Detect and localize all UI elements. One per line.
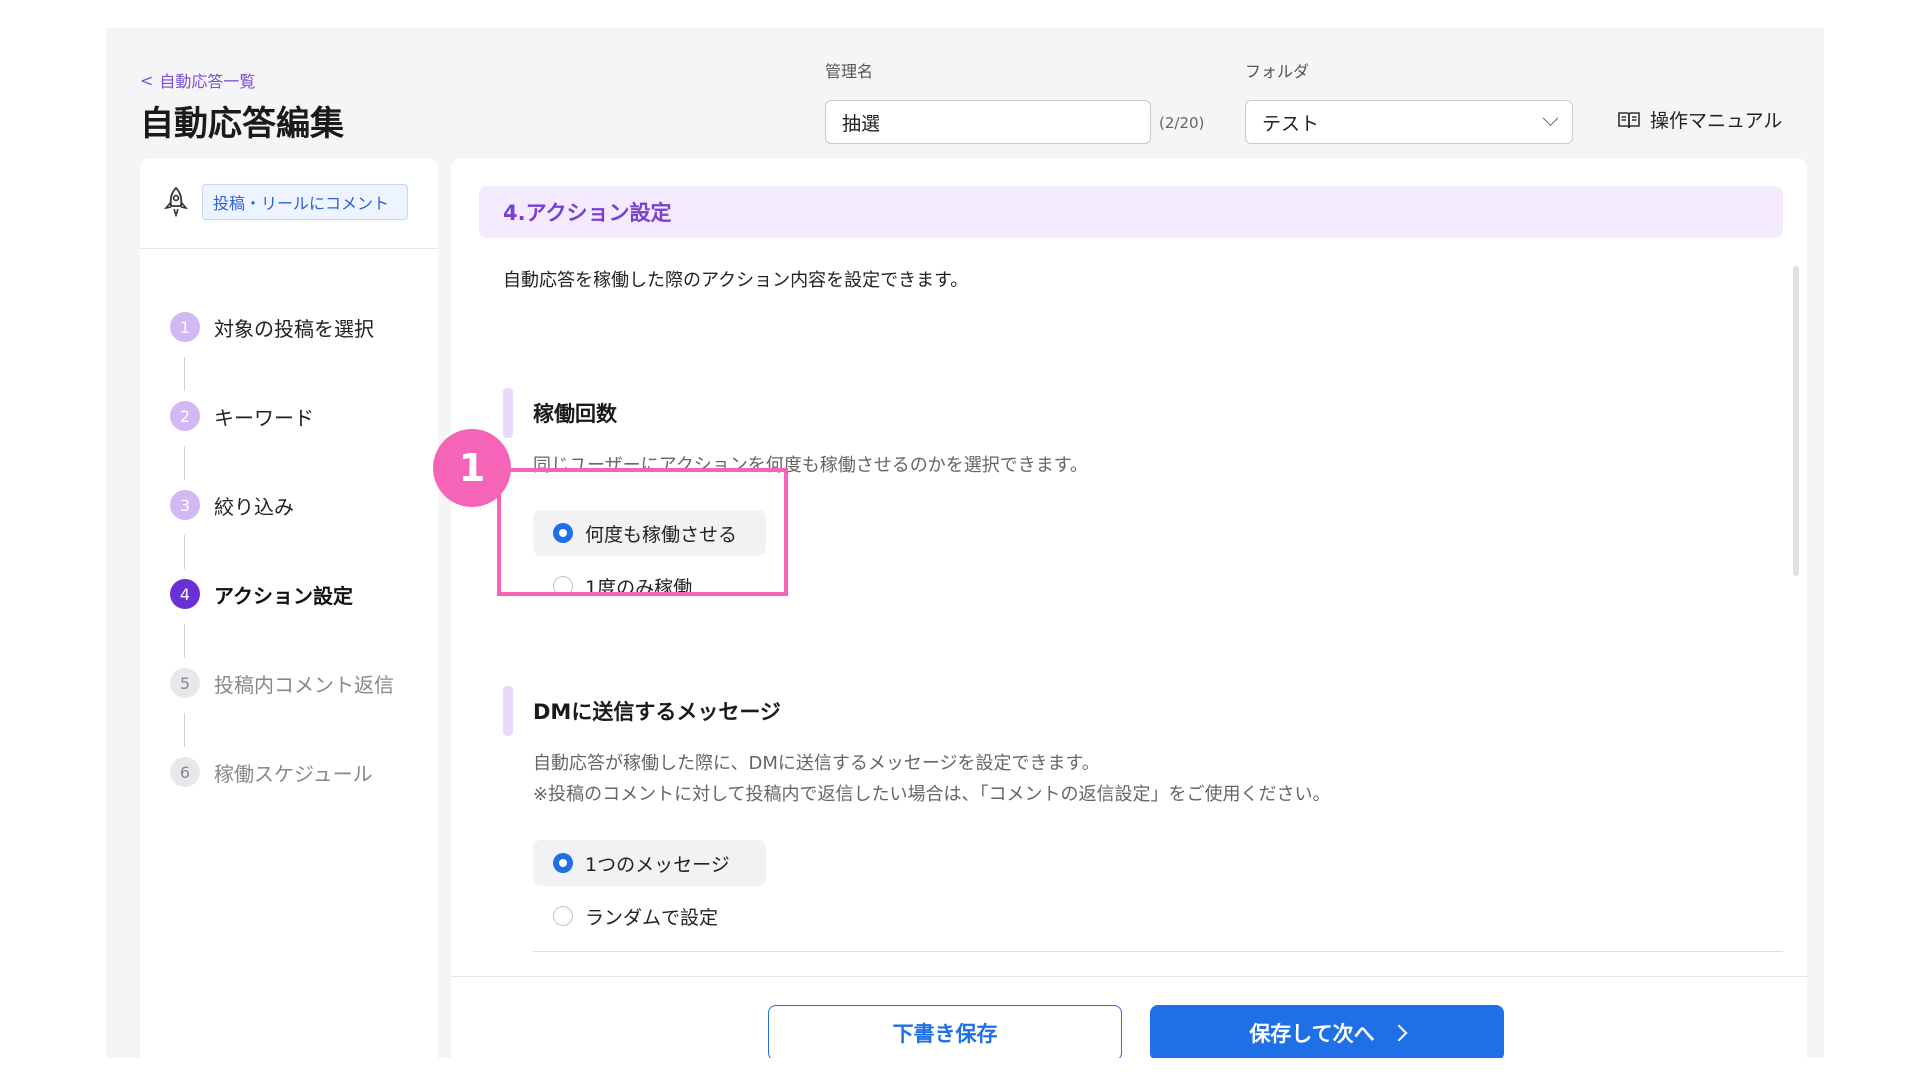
dm-message-title: DMに送信するメッセージ xyxy=(533,700,781,724)
dm-message-description-1: 自動応答が稼働した際に、DMに送信するメッセージを設定できます。 xyxy=(533,753,1100,774)
folder-select-value: テスト xyxy=(1262,112,1320,135)
step-item-5[interactable]: 5 投稿内コメント返信 xyxy=(170,668,394,698)
step-item-2[interactable]: 2 キーワード xyxy=(170,401,314,431)
subsection-accent-bar xyxy=(503,388,513,438)
step-number: 2 xyxy=(170,401,200,431)
step-item-3[interactable]: 3 絞り込み xyxy=(170,490,294,520)
chevron-right-icon xyxy=(1390,1024,1408,1042)
step-item-1[interactable]: 1 対象の投稿を選択 xyxy=(170,312,374,342)
radio-selected-icon xyxy=(553,853,573,873)
rocket-icon xyxy=(163,186,189,218)
step-sidebar: 投稿・リールにコメント 1 対象の投稿を選択 2 キーワード 3 絞り込み 4 … xyxy=(140,158,438,1058)
page-title: 自動応答編集 xyxy=(140,104,344,144)
step-label: キーワード xyxy=(214,405,314,430)
trigger-row: 投稿・リールにコメント xyxy=(140,158,438,249)
step-number: 3 xyxy=(170,490,200,520)
step-number: 1 xyxy=(170,312,200,342)
section-description: 自動応答を稼働した際のアクション内容を設定できます。 xyxy=(503,270,969,291)
step-number: 5 xyxy=(170,668,200,698)
name-label: 管理名 xyxy=(825,62,874,81)
dm-message-description-2: ※投稿のコメントに対して投稿内で返信したい場合は、「コメントの返信設定」をご使用… xyxy=(533,784,1331,805)
step-connector xyxy=(184,535,185,569)
folder-label: フォルダ xyxy=(1245,62,1310,81)
subsection-accent-bar xyxy=(503,686,513,736)
name-input[interactable] xyxy=(825,100,1151,144)
app-window: < 自動応答一覧 自動応答編集 管理名 (2/20) フォルダ テスト 操作マニ… xyxy=(106,28,1824,1058)
step-connector xyxy=(184,713,185,747)
step-label: アクション設定 xyxy=(214,583,353,608)
main-panel: 4.アクション設定 自動応答を稼働した際のアクション内容を設定できます。 稼働回… xyxy=(451,158,1807,1058)
step-connector xyxy=(184,357,185,391)
step-number: 6 xyxy=(170,757,200,787)
chevron-down-icon xyxy=(1542,109,1559,126)
step-item-4[interactable]: 4 アクション設定 xyxy=(170,579,353,609)
back-link[interactable]: < 自動応答一覧 xyxy=(140,68,255,92)
divider xyxy=(533,951,1783,952)
save-draft-button[interactable]: 下書き保存 xyxy=(768,1005,1122,1058)
save-next-label: 保存して次へ xyxy=(1249,1022,1375,1046)
name-counter: (2/20) xyxy=(1159,114,1205,132)
book-icon xyxy=(1618,111,1640,128)
step-number: 4 xyxy=(170,579,200,609)
scrollbar[interactable] xyxy=(1793,266,1799,576)
radio-label: ランダムで設定 xyxy=(585,906,719,929)
step-label: 稼働スケジュール xyxy=(214,761,373,786)
step-connector xyxy=(184,446,185,480)
chevron-left-icon: < xyxy=(140,70,154,90)
radio-label: 1つのメッセージ xyxy=(585,853,730,876)
folder-select[interactable]: テスト xyxy=(1245,100,1573,144)
dm-option-random[interactable]: ランダムで設定 xyxy=(533,893,736,939)
manual-link-label: 操作マニュアル xyxy=(1650,110,1783,132)
step-label: 対象の投稿を選択 xyxy=(214,316,374,341)
step-connector xyxy=(184,624,185,658)
section-title: 4.アクション設定 xyxy=(479,186,1783,238)
dm-option-single[interactable]: 1つのメッセージ xyxy=(533,840,766,886)
radio-unselected-icon xyxy=(553,906,573,926)
run-count-title: 稼働回数 xyxy=(533,402,617,426)
annotation-highlight-box xyxy=(497,468,788,596)
save-next-button[interactable]: 保存して次へ xyxy=(1150,1005,1504,1058)
trigger-badge: 投稿・リールにコメント xyxy=(202,184,408,220)
annotation-marker: 1 xyxy=(433,429,511,507)
footer-actions: 下書き保存 保存して次へ xyxy=(451,976,1807,1058)
manual-link[interactable]: 操作マニュアル xyxy=(1618,106,1782,133)
step-item-6[interactable]: 6 稼働スケジュール xyxy=(170,757,373,787)
step-label: 絞り込み xyxy=(214,494,294,519)
step-label: 投稿内コメント返信 xyxy=(214,672,394,697)
back-link-label: 自動応答一覧 xyxy=(159,72,256,91)
